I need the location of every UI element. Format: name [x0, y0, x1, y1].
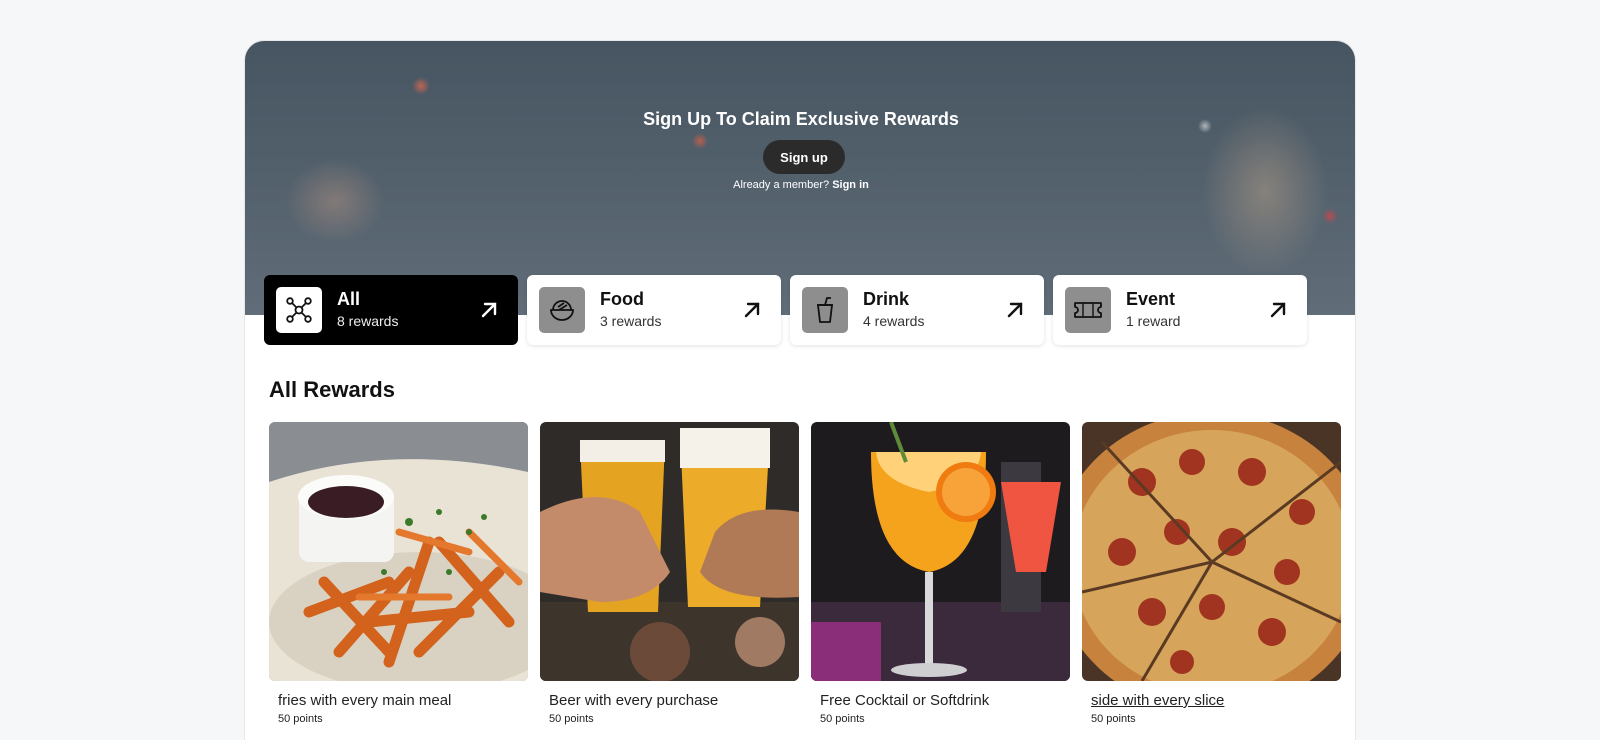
signup-button[interactable]: Sign up	[763, 140, 845, 174]
category-count: 3 rewards	[600, 313, 662, 329]
member-prompt-line: Already a member? Sign in	[245, 179, 1355, 191]
category-count: 8 rewards	[337, 313, 399, 329]
reward-card[interactable]: Beer with every purchase 50 points	[540, 422, 799, 727]
pizza-photo[interactable]	[1082, 422, 1341, 681]
bowl-icon	[539, 287, 585, 333]
beer-photo[interactable]	[540, 422, 799, 681]
category-count: 4 rewards	[863, 313, 925, 329]
member-prompt: Already a member?	[733, 179, 830, 191]
category-all[interactable]: All 8 rewards	[264, 275, 518, 345]
reward-points: 50 points	[1091, 713, 1136, 725]
hero-title: Sign Up To Claim Exclusive Rewards	[643, 109, 959, 129]
reward-card[interactable]: fries with every main meal 50 points	[269, 422, 528, 727]
arrow-up-right-icon	[1007, 302, 1023, 318]
reward-card[interactable]: Free Cocktail or Softdrink 50 points	[811, 422, 1070, 727]
rewards-card: Sign Up To Claim Exclusive Rewards Sign …	[244, 40, 1356, 740]
cocktail-photo[interactable]	[811, 422, 1070, 681]
hero-banner: Sign Up To Claim Exclusive Rewards Sign …	[245, 41, 1355, 315]
category-count: 1 reward	[1126, 313, 1181, 329]
category-name: All	[337, 289, 361, 309]
network-icon	[276, 287, 322, 333]
reward-points: 50 points	[820, 713, 865, 725]
category-drink[interactable]: Drink 4 rewards	[790, 275, 1044, 345]
section-title: All Rewards	[269, 377, 395, 402]
category-event[interactable]: Event 1 reward	[1053, 275, 1307, 345]
fries-photo[interactable]	[269, 422, 528, 681]
reward-name: fries with every main meal	[278, 692, 452, 709]
arrow-up-right-icon	[744, 302, 760, 318]
reward-name[interactable]: side with every slice	[1091, 691, 1341, 711]
reward-points: 50 points	[278, 713, 323, 725]
ticket-icon	[1065, 287, 1111, 333]
arrow-up-right-icon	[481, 302, 497, 318]
category-food[interactable]: Food 3 rewards	[527, 275, 781, 345]
reward-card[interactable]: side with every slice 50 points	[1082, 422, 1341, 727]
signin-link[interactable]: Sign in	[832, 179, 869, 191]
reward-points: 50 points	[549, 713, 594, 725]
arrow-up-right-icon	[1270, 302, 1286, 318]
reward-name: Beer with every purchase	[549, 692, 719, 709]
reward-name: Free Cocktail or Softdrink	[820, 692, 990, 709]
category-name: Drink	[863, 289, 910, 309]
cup-icon	[802, 287, 848, 333]
category-name: Event	[1126, 289, 1176, 309]
category-name: Food	[600, 289, 644, 309]
